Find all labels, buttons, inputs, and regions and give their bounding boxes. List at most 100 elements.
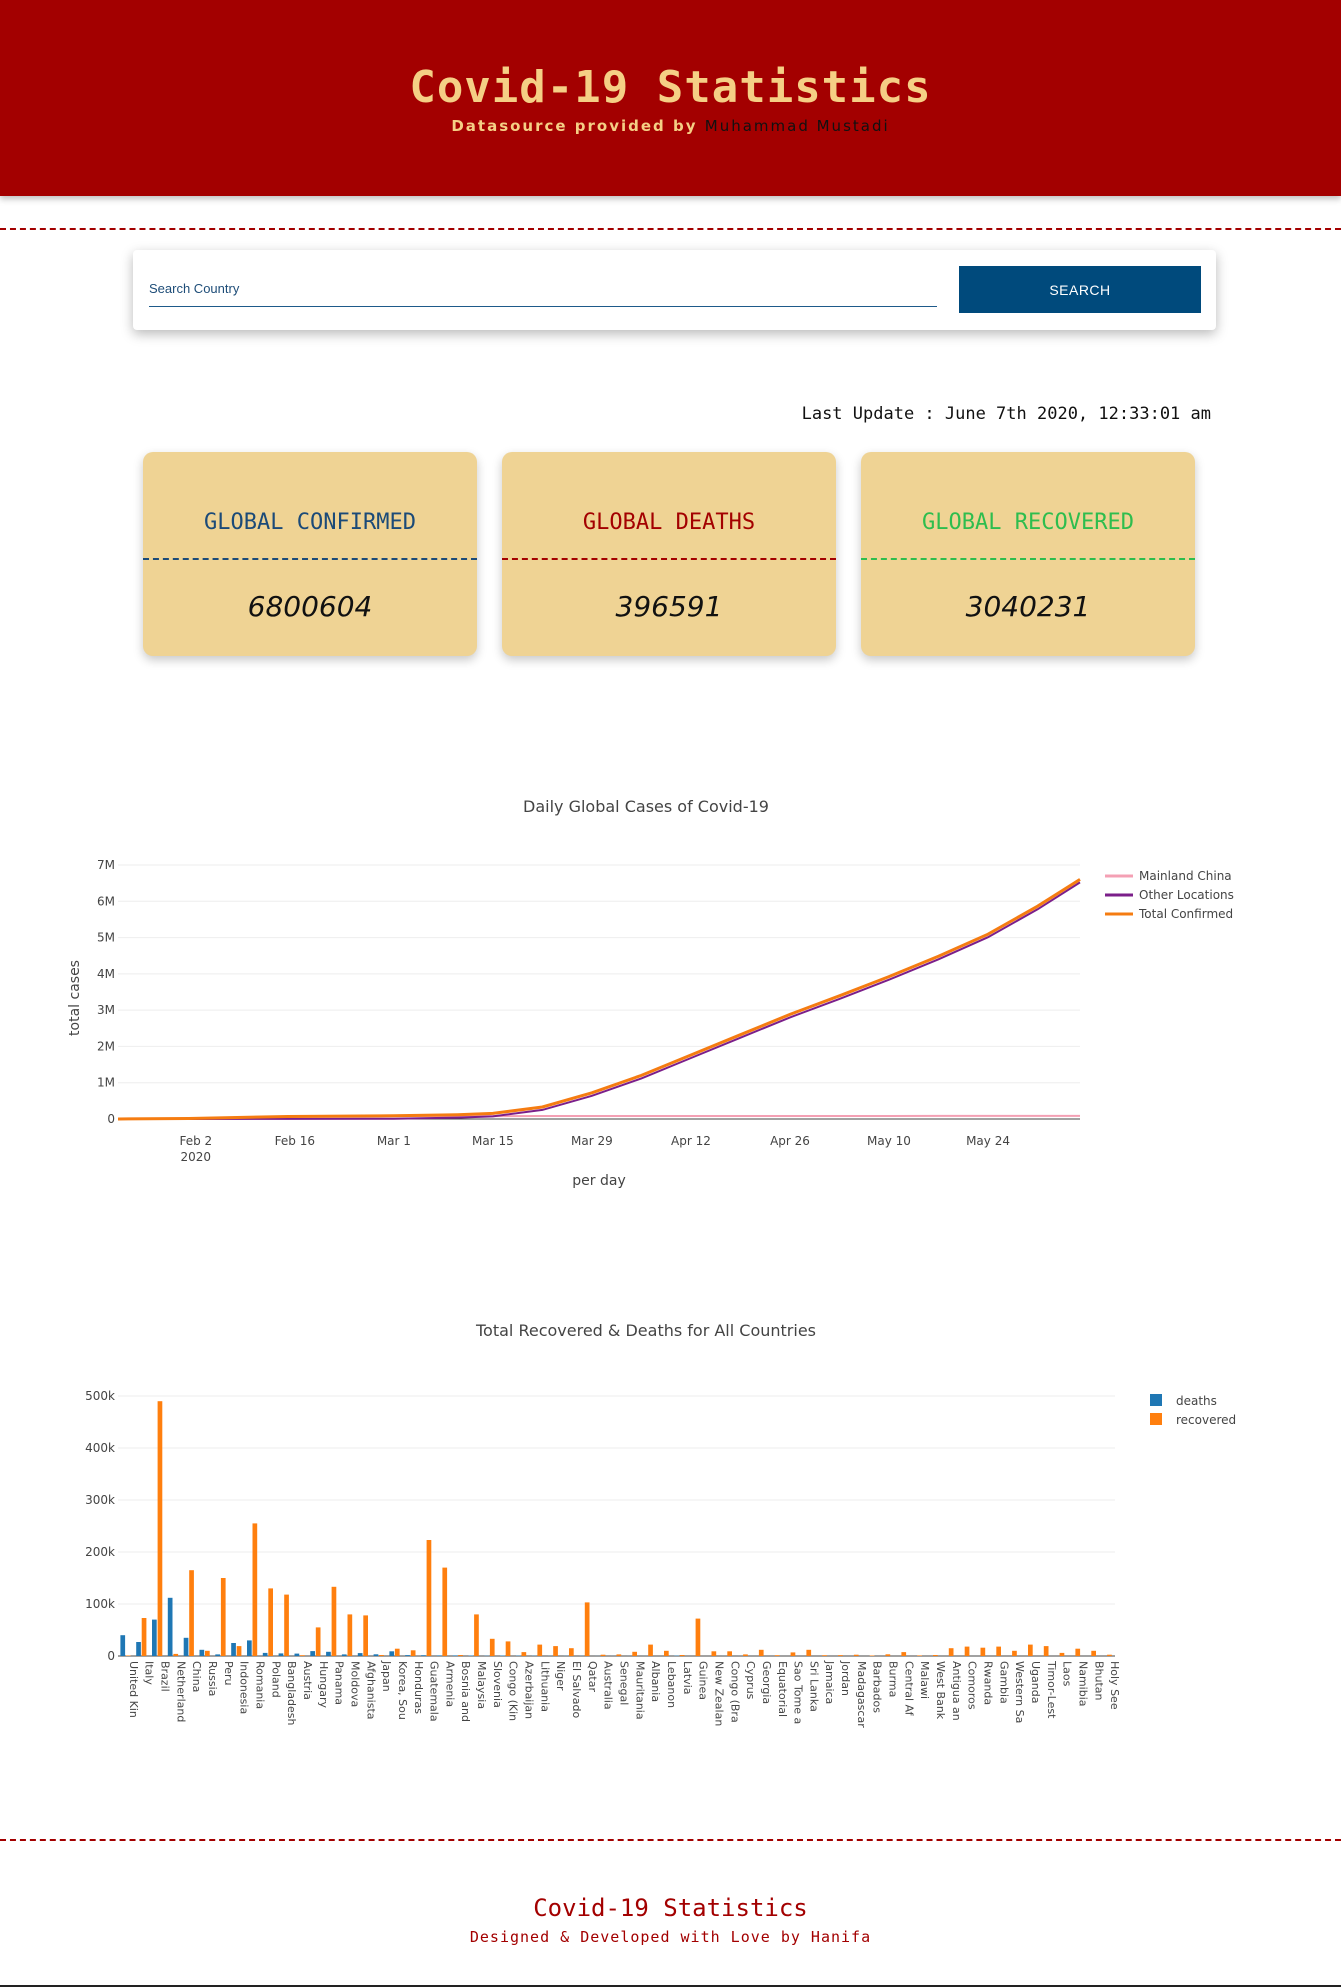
recovered-bar: [632, 1651, 637, 1656]
recovered-bar: [1012, 1650, 1017, 1656]
recovered-bar: [569, 1648, 574, 1656]
chart-title: Daily Global Cases of Covid-19: [523, 797, 769, 816]
recovered-bar: [869, 1655, 875, 1656]
y-tick-label: 7M: [97, 858, 115, 872]
recovered-bar: [410, 1650, 416, 1656]
deaths-bar: [373, 1654, 379, 1656]
recovered-bar: [268, 1588, 273, 1656]
deaths-bar: [452, 1655, 458, 1656]
deaths-bar: [357, 1653, 363, 1656]
recovered-bar: [173, 1653, 179, 1656]
x-tick-label: Congo (Kin: [507, 1661, 520, 1721]
recovered-bar: [489, 1638, 495, 1656]
recovered-bar: [743, 1654, 748, 1656]
x-tick-label: Indonesia: [238, 1661, 251, 1714]
deaths-bar: [500, 1655, 505, 1656]
footer-credit: Designed & Developed with Love by Hanifa: [469, 1928, 872, 1946]
deaths-bar: [341, 1654, 347, 1656]
x-tick-label: Comoros: [966, 1661, 979, 1710]
x-tick-label: Congo (Bra: [728, 1661, 741, 1723]
recovered-bar: [1028, 1644, 1033, 1656]
y-tick-label: 100k: [85, 1597, 115, 1611]
y-tick-label: 3M: [97, 1003, 115, 1017]
recovered-bar: [1043, 1646, 1049, 1656]
card-value: 6800604: [247, 590, 373, 623]
x-tick-label: Burma: [887, 1661, 900, 1697]
recovered-bar: [157, 1401, 163, 1656]
footer-title: Covid-19 Statistics: [533, 1894, 808, 1922]
y-tick-label: 0: [107, 1112, 115, 1126]
x-tick-label: Lithuania: [538, 1661, 551, 1712]
recovered-bar: [980, 1647, 986, 1656]
x-tick-label: Lebanon: [665, 1661, 678, 1708]
x-tick-label: Panama: [333, 1661, 346, 1705]
recovered-bar: [1107, 1654, 1112, 1656]
recovered-bar: [505, 1641, 511, 1656]
header-divider: [0, 228, 1341, 230]
recovered-bar: [474, 1614, 479, 1656]
y-tick-label: 6M: [97, 894, 115, 908]
x-tick-label: Equatorial: [776, 1661, 789, 1717]
x-tick-label: Slovenia: [491, 1661, 504, 1708]
recovered-bar: [394, 1648, 400, 1656]
recovered-bar: [141, 1618, 147, 1656]
chart-title: Total Recovered & Deaths for All Countri…: [475, 1321, 816, 1340]
x-tick-label: Moldova: [349, 1661, 362, 1707]
recovered-bar: [315, 1627, 321, 1656]
recovered-bar: [189, 1570, 194, 1656]
series-line-other-locations: [118, 881, 1081, 1120]
x-tick-label: Albania: [649, 1661, 662, 1702]
x-tick-label: Latvia: [681, 1661, 694, 1695]
x-tick-label: Malaysia: [475, 1661, 488, 1709]
x-tick-label: West Bank: [934, 1661, 947, 1720]
y-tick-label: 2M: [97, 1039, 115, 1053]
deaths-bar: [247, 1640, 252, 1656]
x-tick-label: Netherland: [174, 1661, 187, 1722]
datasource-prefix: Datasource provided by: [451, 117, 705, 135]
y-tick-label: 4M: [97, 967, 115, 981]
recovered-bar: [933, 1655, 938, 1656]
legend-label: deaths: [1176, 1394, 1217, 1408]
deaths-bar: [136, 1642, 141, 1656]
y-tick-label: 200k: [85, 1545, 115, 1559]
deaths-bar: [278, 1653, 284, 1656]
chart-ticks: 0 100k 200k 300k 400k 500k United Kin Italy Braz…: [85, 1389, 1121, 1728]
x-tick-label: Apr 26: [770, 1134, 810, 1148]
recovered-bar: [1075, 1648, 1081, 1656]
recovered-bar: [964, 1646, 970, 1656]
global-recovered-card: GLOBAL RECOVERED 3040231: [861, 452, 1195, 656]
deaths-bar: [310, 1651, 315, 1656]
x-tick-label: Mar 1: [377, 1134, 411, 1148]
recovered-bar: [300, 1655, 305, 1656]
datasource-author-link[interactable]: Muhammad Mustadi: [705, 117, 890, 135]
x-tick-label: China: [190, 1661, 203, 1692]
x-tick-label: Western Sa: [1013, 1661, 1026, 1723]
search-input[interactable]: [149, 270, 937, 307]
daily-cases-chart-svg: Daily Global Cases of Covid-19 per day t…: [67, 797, 1234, 1189]
deaths-bar: [183, 1637, 189, 1656]
deaths-bar: [152, 1619, 157, 1656]
legend-label: Other Locations: [1139, 888, 1234, 902]
x-tick-label: Mar 15: [472, 1134, 514, 1148]
x-tick-label: Timor-Lest: [1045, 1660, 1058, 1719]
search-panel: SEARCH: [133, 250, 1216, 330]
chart-legend[interactable]: deaths recovered: [1150, 1394, 1236, 1427]
x-tick-label: Malawi: [918, 1661, 931, 1699]
card-label: GLOBAL RECOVERED: [922, 510, 1134, 535]
last-update-text: Last Update : June 7th 2020, 12:33:01 am: [801, 404, 1211, 424]
recovered-bar: [521, 1652, 527, 1656]
search-button[interactable]: SEARCH: [959, 266, 1201, 313]
deaths-bar: [167, 1597, 173, 1656]
x-tick-label: Afghanista: [364, 1661, 377, 1720]
chart-gridlines: [118, 864, 1080, 1120]
x-tick-label: Hungary: [317, 1661, 330, 1708]
recovered-bar: [758, 1649, 764, 1656]
x-tick-label: Georgia: [760, 1661, 773, 1704]
chart-legend[interactable]: Mainland China Other Locations Total Confi…: [1105, 869, 1234, 921]
card-divider: [143, 558, 477, 560]
legend-label: recovered: [1176, 1413, 1236, 1427]
x-tick-label: United Kin: [127, 1661, 140, 1718]
legend-swatch: [1150, 1394, 1162, 1406]
x-tick-label: May 24: [966, 1134, 1010, 1148]
deaths-bar: [120, 1635, 126, 1656]
